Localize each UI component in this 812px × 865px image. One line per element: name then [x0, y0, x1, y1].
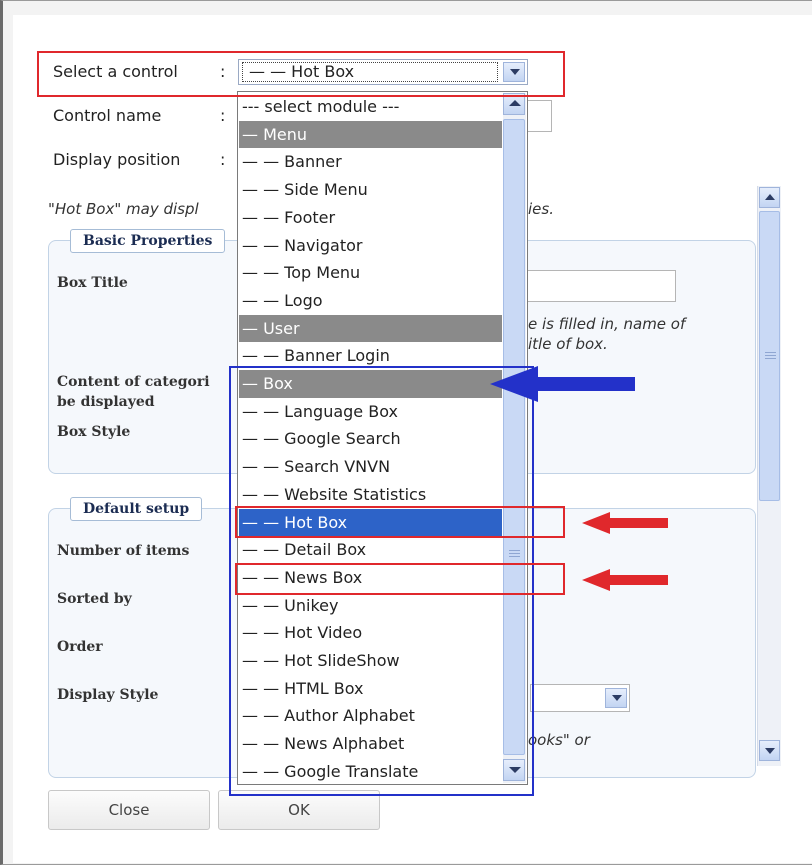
grip-icon: [765, 358, 776, 359]
control-name-label: Control name: [53, 106, 162, 125]
chevron-down-icon[interactable]: [605, 688, 627, 708]
basic-properties-legend: Basic Properties: [70, 229, 226, 253]
display-style-select[interactable]: [530, 684, 630, 712]
annotation-news-box: [235, 563, 565, 595]
close-button[interactable]: Close: [48, 790, 210, 830]
module-note: "Hot Box" may displ: [48, 200, 199, 218]
blue-arrow-icon: [490, 366, 635, 402]
dropdown-option[interactable]: — — Side Menu: [239, 176, 502, 204]
dropdown-group-header[interactable]: — Menu: [239, 120, 502, 149]
annotation-select-control: [37, 51, 565, 97]
colon: :: [220, 150, 226, 169]
sorted-by-label: Sorted by: [57, 591, 132, 607]
display-style-label: Display Style: [57, 687, 159, 703]
dropdown-option[interactable]: — — Banner: [239, 148, 502, 176]
display-style-hint: ooks" or: [528, 731, 590, 749]
box-title-input[interactable]: [520, 270, 676, 302]
content-scrollbar[interactable]: [757, 186, 781, 766]
annotation-hot-box: [235, 506, 565, 538]
scroll-up-icon[interactable]: [759, 187, 780, 208]
order-label: Order: [57, 639, 103, 655]
box-title-hint-2: itle of box.: [528, 335, 608, 353]
number-of-items-label: Number of items: [57, 543, 190, 559]
content-category-label-2: be displayed: [57, 394, 155, 410]
dropdown-group-header[interactable]: — User: [239, 314, 502, 343]
box-title-label: Box Title: [57, 275, 128, 291]
default-setup-legend: Default setup: [70, 497, 203, 521]
display-position-label: Display position: [53, 150, 181, 169]
grip-icon: [765, 352, 776, 353]
scrollbar-thumb[interactable]: [759, 211, 780, 501]
dropdown-option[interactable]: — — Top Menu: [239, 259, 502, 287]
grip-icon: [765, 355, 776, 356]
dropdown-option[interactable]: — — Navigator: [239, 232, 502, 260]
box-title-hint: e is filled in, name of: [528, 315, 686, 333]
colon: :: [220, 106, 226, 125]
module-note-end: ies.: [528, 200, 554, 218]
content-category-label: Content of categori: [57, 374, 210, 390]
ok-button[interactable]: OK: [218, 790, 380, 830]
red-arrow-icon: [582, 512, 668, 534]
red-arrow-icon: [582, 569, 668, 591]
dropdown-option[interactable]: — — Logo: [239, 287, 502, 315]
dropdown-option[interactable]: --- select module ---: [239, 93, 502, 121]
dropdown-option[interactable]: — — Footer: [239, 204, 502, 232]
scroll-down-icon[interactable]: [759, 740, 780, 761]
box-style-label: Box Style: [57, 424, 131, 440]
